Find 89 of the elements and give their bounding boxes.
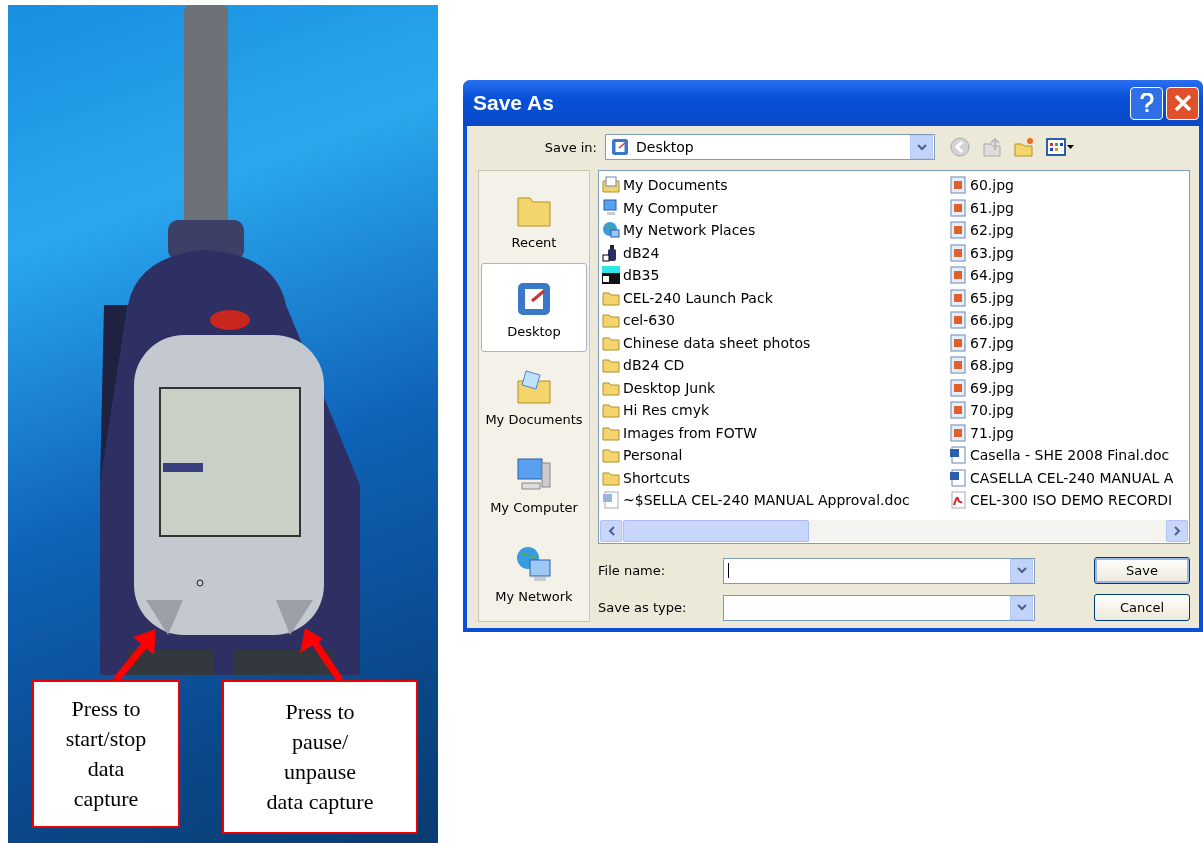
file-item[interactable]: Casella - SHE 2008 Final.doc bbox=[949, 444, 1189, 467]
globe-icon bbox=[602, 221, 620, 240]
chevron-down-icon bbox=[916, 143, 927, 151]
image-file-icon bbox=[949, 333, 967, 352]
place-button[interactable]: My Documents bbox=[481, 351, 587, 441]
word-document-icon bbox=[949, 446, 967, 465]
folder-icon bbox=[602, 401, 620, 420]
file-item[interactable]: 61.jpg bbox=[949, 196, 1189, 219]
image-file-icon bbox=[949, 221, 967, 240]
window-title: Save As bbox=[473, 91, 554, 115]
save-as-type-dropdown[interactable] bbox=[723, 594, 1035, 621]
file-item[interactable]: 66.jpg bbox=[949, 309, 1189, 332]
image-file-icon bbox=[949, 243, 967, 262]
file-item[interactable]: 64.jpg bbox=[949, 264, 1189, 287]
close-icon bbox=[1173, 94, 1192, 112]
file-item[interactable]: dB24 bbox=[602, 241, 949, 264]
up-folder-icon[interactable] bbox=[981, 136, 1003, 158]
file-item[interactable]: Hi Res cmyk bbox=[602, 399, 949, 422]
save-in-label: Save in: bbox=[543, 139, 598, 155]
scroll-right-icon bbox=[1173, 526, 1181, 536]
file-item[interactable]: 69.jpg bbox=[949, 376, 1189, 399]
file-item[interactable]: Personal bbox=[602, 444, 949, 467]
file-item[interactable]: ~$SELLA CEL-240 MANUAL Approval.doc bbox=[602, 489, 949, 512]
file-item[interactable]: CEL-300 ISO DEMO RECORDI bbox=[949, 489, 1189, 512]
folder-icon bbox=[602, 356, 620, 375]
chevron-down-icon bbox=[1016, 604, 1027, 612]
image-file-icon bbox=[949, 311, 967, 330]
scroll-left-icon bbox=[607, 526, 615, 536]
image-file-icon bbox=[949, 176, 967, 195]
file-item[interactable]: Desktop Junk bbox=[602, 376, 949, 399]
file-item[interactable]: Chinese data sheet photos bbox=[602, 331, 949, 354]
place-button[interactable]: My Network bbox=[481, 528, 587, 618]
documents-folder-icon bbox=[602, 176, 620, 195]
back-icon[interactable] bbox=[949, 136, 971, 158]
file-item[interactable]: 70.jpg bbox=[949, 399, 1189, 422]
place-button[interactable]: My Computer bbox=[481, 440, 587, 529]
file-item[interactable]: dB35 bbox=[602, 264, 949, 287]
view-menu-icon[interactable] bbox=[1045, 136, 1075, 158]
image-file-icon bbox=[949, 423, 967, 442]
file-item[interactable]: 63.jpg bbox=[949, 241, 1189, 264]
folder-icon bbox=[602, 311, 620, 330]
image-file-icon bbox=[949, 288, 967, 307]
file-item[interactable]: Shortcuts bbox=[602, 466, 949, 489]
file-item[interactable]: Images from FOTW bbox=[602, 421, 949, 444]
file-item[interactable]: CEL-240 Launch Pack bbox=[602, 286, 949, 309]
file-name-label: File name: bbox=[598, 563, 667, 579]
image-file-icon bbox=[949, 401, 967, 420]
image-file-icon bbox=[949, 378, 967, 397]
file-item[interactable]: CASELLA CEL-240 MANUAL A bbox=[949, 466, 1189, 489]
file-item[interactable]: 67.jpg bbox=[949, 331, 1189, 354]
desktop-icon bbox=[610, 137, 630, 157]
chevron-down-icon bbox=[1016, 567, 1027, 575]
app-shortcut-icon bbox=[602, 266, 620, 285]
file-item[interactable]: dB24 CD bbox=[602, 354, 949, 377]
file-name-field[interactable] bbox=[723, 557, 1035, 584]
horizontal-scrollbar[interactable] bbox=[600, 520, 1188, 542]
help-button[interactable] bbox=[1130, 86, 1163, 120]
callout-note: Press to pause/ unpause data capture bbox=[222, 680, 418, 834]
save-as-type-label: Save as type: bbox=[598, 600, 688, 616]
cancel-button[interactable]: Cancel bbox=[1094, 594, 1190, 622]
pointer-arrow bbox=[300, 628, 343, 682]
image-file-icon bbox=[949, 356, 967, 375]
save-in-dropdown[interactable]: Desktop bbox=[605, 134, 935, 160]
computer-icon bbox=[602, 198, 620, 217]
file-item[interactable]: 60.jpg bbox=[949, 174, 1189, 197]
documents-folder-icon bbox=[514, 367, 554, 407]
word-document-icon bbox=[949, 468, 967, 487]
pdf-icon bbox=[949, 491, 967, 510]
image-file-icon bbox=[949, 266, 967, 285]
callout-note: Press to start/stop data capture bbox=[32, 680, 180, 828]
place-button[interactable]: Desktop bbox=[481, 263, 587, 352]
file-item[interactable]: 65.jpg bbox=[949, 286, 1189, 309]
help-icon bbox=[1139, 93, 1154, 113]
folder-icon bbox=[602, 446, 620, 465]
close-button[interactable] bbox=[1166, 86, 1199, 120]
file-item[interactable]: My Network Places bbox=[602, 219, 949, 242]
file-item[interactable]: 68.jpg bbox=[949, 354, 1189, 377]
place-button[interactable]: Recent bbox=[481, 175, 587, 264]
file-item[interactable]: cel-630 bbox=[602, 309, 949, 332]
file-item[interactable]: My Computer bbox=[602, 196, 949, 219]
file-item[interactable]: My Documents bbox=[602, 174, 949, 197]
save-in-value: Desktop bbox=[636, 139, 695, 155]
file-item[interactable]: 71.jpg bbox=[949, 421, 1189, 444]
image-file-icon bbox=[949, 198, 967, 217]
new-folder-icon[interactable] bbox=[1013, 136, 1035, 158]
document-icon bbox=[602, 491, 620, 510]
file-item[interactable]: 62.jpg bbox=[949, 219, 1189, 242]
save-button[interactable]: Save bbox=[1094, 557, 1190, 585]
pointer-arrow bbox=[113, 629, 156, 683]
